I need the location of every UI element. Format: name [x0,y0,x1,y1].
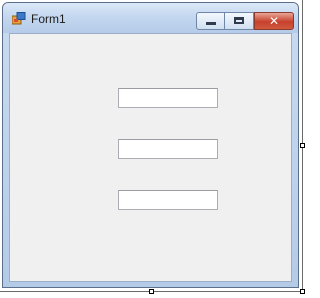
form-client-area [9,33,292,282]
form-window: Form1 ✕ [2,2,299,288]
minimize-button[interactable] [196,12,225,30]
textbox-2[interactable] [118,139,218,159]
textbox-3[interactable] [118,190,218,210]
close-button[interactable]: ✕ [254,12,294,30]
resize-handle-bottom[interactable] [149,289,154,294]
form-app-icon [12,12,26,25]
maximize-button[interactable] [225,12,254,30]
resize-handle-corner[interactable] [300,289,305,294]
resize-handle-right[interactable] [300,143,305,148]
title-bar[interactable]: Form1 ✕ [3,3,298,33]
maximize-icon [234,17,244,24]
textbox-1[interactable] [118,88,218,108]
close-icon: ✕ [268,14,280,28]
window-title: Form1 [31,12,66,26]
minimize-icon [206,22,216,25]
